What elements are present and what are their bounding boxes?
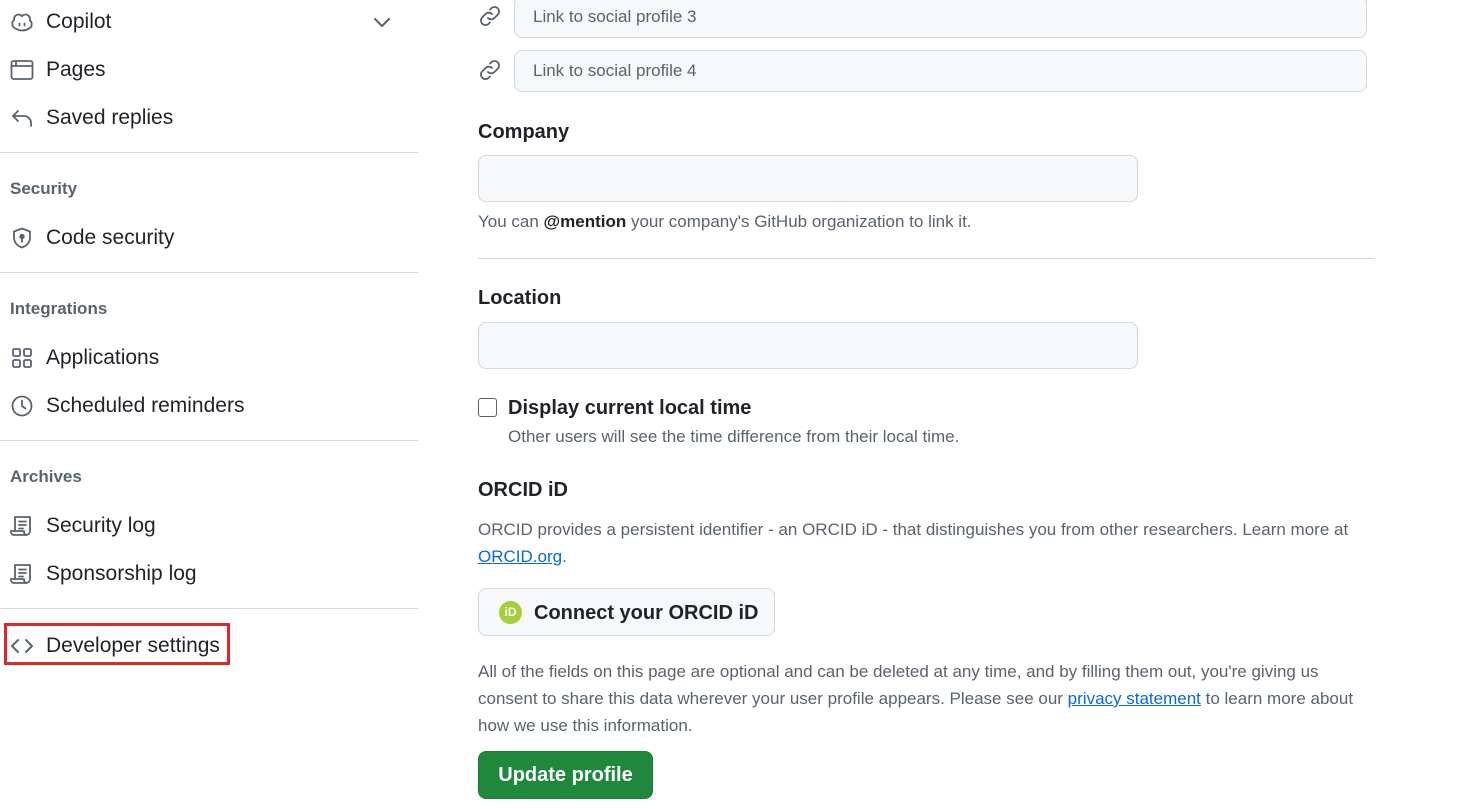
- section-heading-archives: Archives: [10, 467, 82, 486]
- sidebar-item-applications[interactable]: Applications: [0, 337, 418, 377]
- social-profile-4-input[interactable]: [514, 50, 1367, 92]
- sidebar-divider: [0, 608, 418, 609]
- privacy-disclaimer: All of the fields on this page are optio…: [478, 658, 1378, 739]
- local-time-label[interactable]: Display current local time: [508, 395, 751, 421]
- location-label: Location: [478, 287, 562, 309]
- connect-orcid-button[interactable]: iD Connect your ORCID iD: [478, 588, 775, 636]
- orcid-link[interactable]: ORCID.org: [478, 547, 562, 566]
- sidebar-item-label: Code security: [46, 226, 175, 249]
- sidebar-item-scheduled-reminders[interactable]: Scheduled reminders: [0, 385, 418, 425]
- sidebar-item-label: Copilot: [46, 10, 112, 33]
- social-profile-row-4: [478, 50, 1368, 92]
- mention-text: @mention: [543, 212, 627, 231]
- settings-sidebar: Copilot Pages Saved replies Security Cod…: [0, 0, 418, 809]
- link-icon: [478, 4, 502, 28]
- sidebar-item-security-log[interactable]: Security log: [0, 505, 418, 545]
- copilot-icon: [10, 10, 34, 34]
- sidebar-item-label: Applications: [46, 346, 160, 369]
- location-input[interactable]: [478, 322, 1138, 369]
- orcid-heading: ORCID iD: [478, 479, 568, 501]
- section-heading-integrations: Integrations: [10, 299, 108, 318]
- browser-icon: [10, 58, 34, 82]
- sidebar-item-sponsorship-log[interactable]: Sponsorship log: [0, 553, 418, 593]
- company-input[interactable]: [478, 155, 1138, 202]
- sidebar-item-label: Developer settings: [46, 634, 220, 657]
- sidebar-divider: [0, 440, 418, 441]
- sidebar-item-label: Pages: [46, 58, 106, 81]
- connect-orcid-label: Connect your ORCID iD: [534, 602, 759, 624]
- sidebar-divider: [0, 152, 418, 153]
- orcid-icon: iD: [499, 601, 522, 624]
- sidebar-divider: [0, 272, 418, 273]
- shield-lock-icon: [10, 226, 34, 250]
- sidebar-item-label: Saved replies: [46, 106, 174, 129]
- orcid-desc-suffix: .: [562, 547, 567, 566]
- company-note-prefix: You can: [478, 212, 544, 231]
- clock-icon: [10, 394, 34, 418]
- social-profile-3-input[interactable]: [514, 0, 1367, 38]
- sidebar-item-pages[interactable]: Pages: [0, 49, 418, 89]
- log-icon: [10, 562, 34, 586]
- orcid-desc-prefix: ORCID provides a persistent identifier -…: [478, 520, 1349, 539]
- company-note-suffix: your company's GitHub organization to li…: [626, 212, 972, 231]
- apps-icon: [10, 346, 34, 370]
- link-icon: [478, 58, 502, 82]
- profile-form: Company You can @mention your company's …: [478, 0, 1378, 809]
- log-icon: [10, 514, 34, 538]
- code-icon: [10, 634, 34, 658]
- orcid-description: ORCID provides a persistent identifier -…: [478, 516, 1378, 570]
- section-divider: [478, 258, 1375, 259]
- local-time-note: Other users will see the time difference…: [508, 427, 960, 446]
- social-profile-row-3: [478, 0, 1368, 38]
- sidebar-item-code-security[interactable]: Code security: [0, 217, 418, 257]
- local-time-checkbox[interactable]: [478, 398, 497, 417]
- chevron-down-icon[interactable]: [370, 10, 394, 34]
- company-note: You can @mention your company's GitHub o…: [478, 211, 972, 233]
- sidebar-item-saved-replies[interactable]: Saved replies: [0, 97, 418, 137]
- sidebar-item-label: Scheduled reminders: [46, 394, 245, 417]
- section-heading-security: Security: [10, 179, 78, 198]
- company-label: Company: [478, 121, 570, 143]
- sidebar-item-label: Security log: [46, 514, 156, 537]
- reply-icon: [10, 106, 34, 130]
- sidebar-item-copilot[interactable]: Copilot: [0, 1, 418, 41]
- update-profile-button[interactable]: Update profile: [478, 751, 653, 799]
- sidebar-item-label: Sponsorship log: [46, 562, 197, 585]
- sidebar-item-developer-settings[interactable]: Developer settings: [0, 625, 418, 665]
- privacy-statement-link[interactable]: privacy statement: [1068, 689, 1201, 708]
